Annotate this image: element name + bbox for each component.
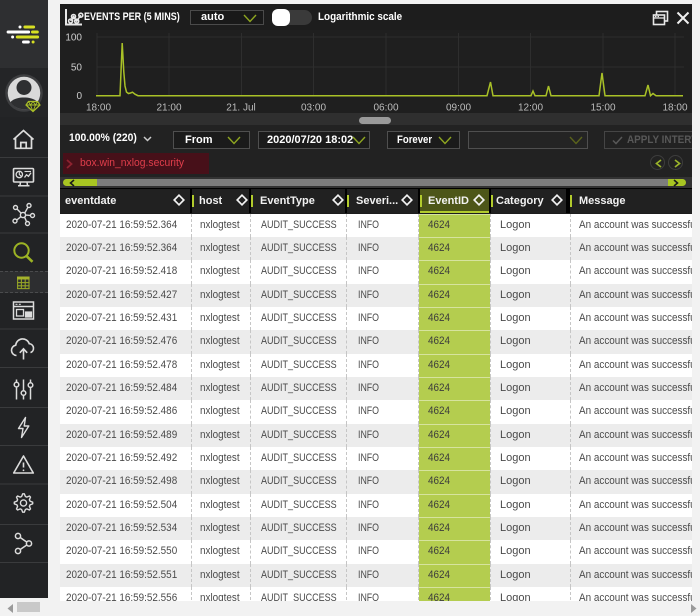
svg-text:18:00: 18:00 [86,103,111,114]
svg-text:12:00: 12:00 [518,103,543,114]
svg-text:03:00: 03:00 [301,103,326,114]
svg-text:15:00: 15:00 [590,103,615,114]
svg-text:100: 100 [65,33,82,44]
svg-text:50: 50 [71,63,83,74]
svg-text:09:00: 09:00 [446,103,471,114]
svg-text:21:00: 21:00 [156,103,181,114]
svg-text:18:00: 18:00 [662,103,687,114]
svg-text:21. Jul: 21. Jul [226,103,255,114]
svg-text:06:00: 06:00 [373,103,398,114]
svg-text:0: 0 [76,91,82,102]
